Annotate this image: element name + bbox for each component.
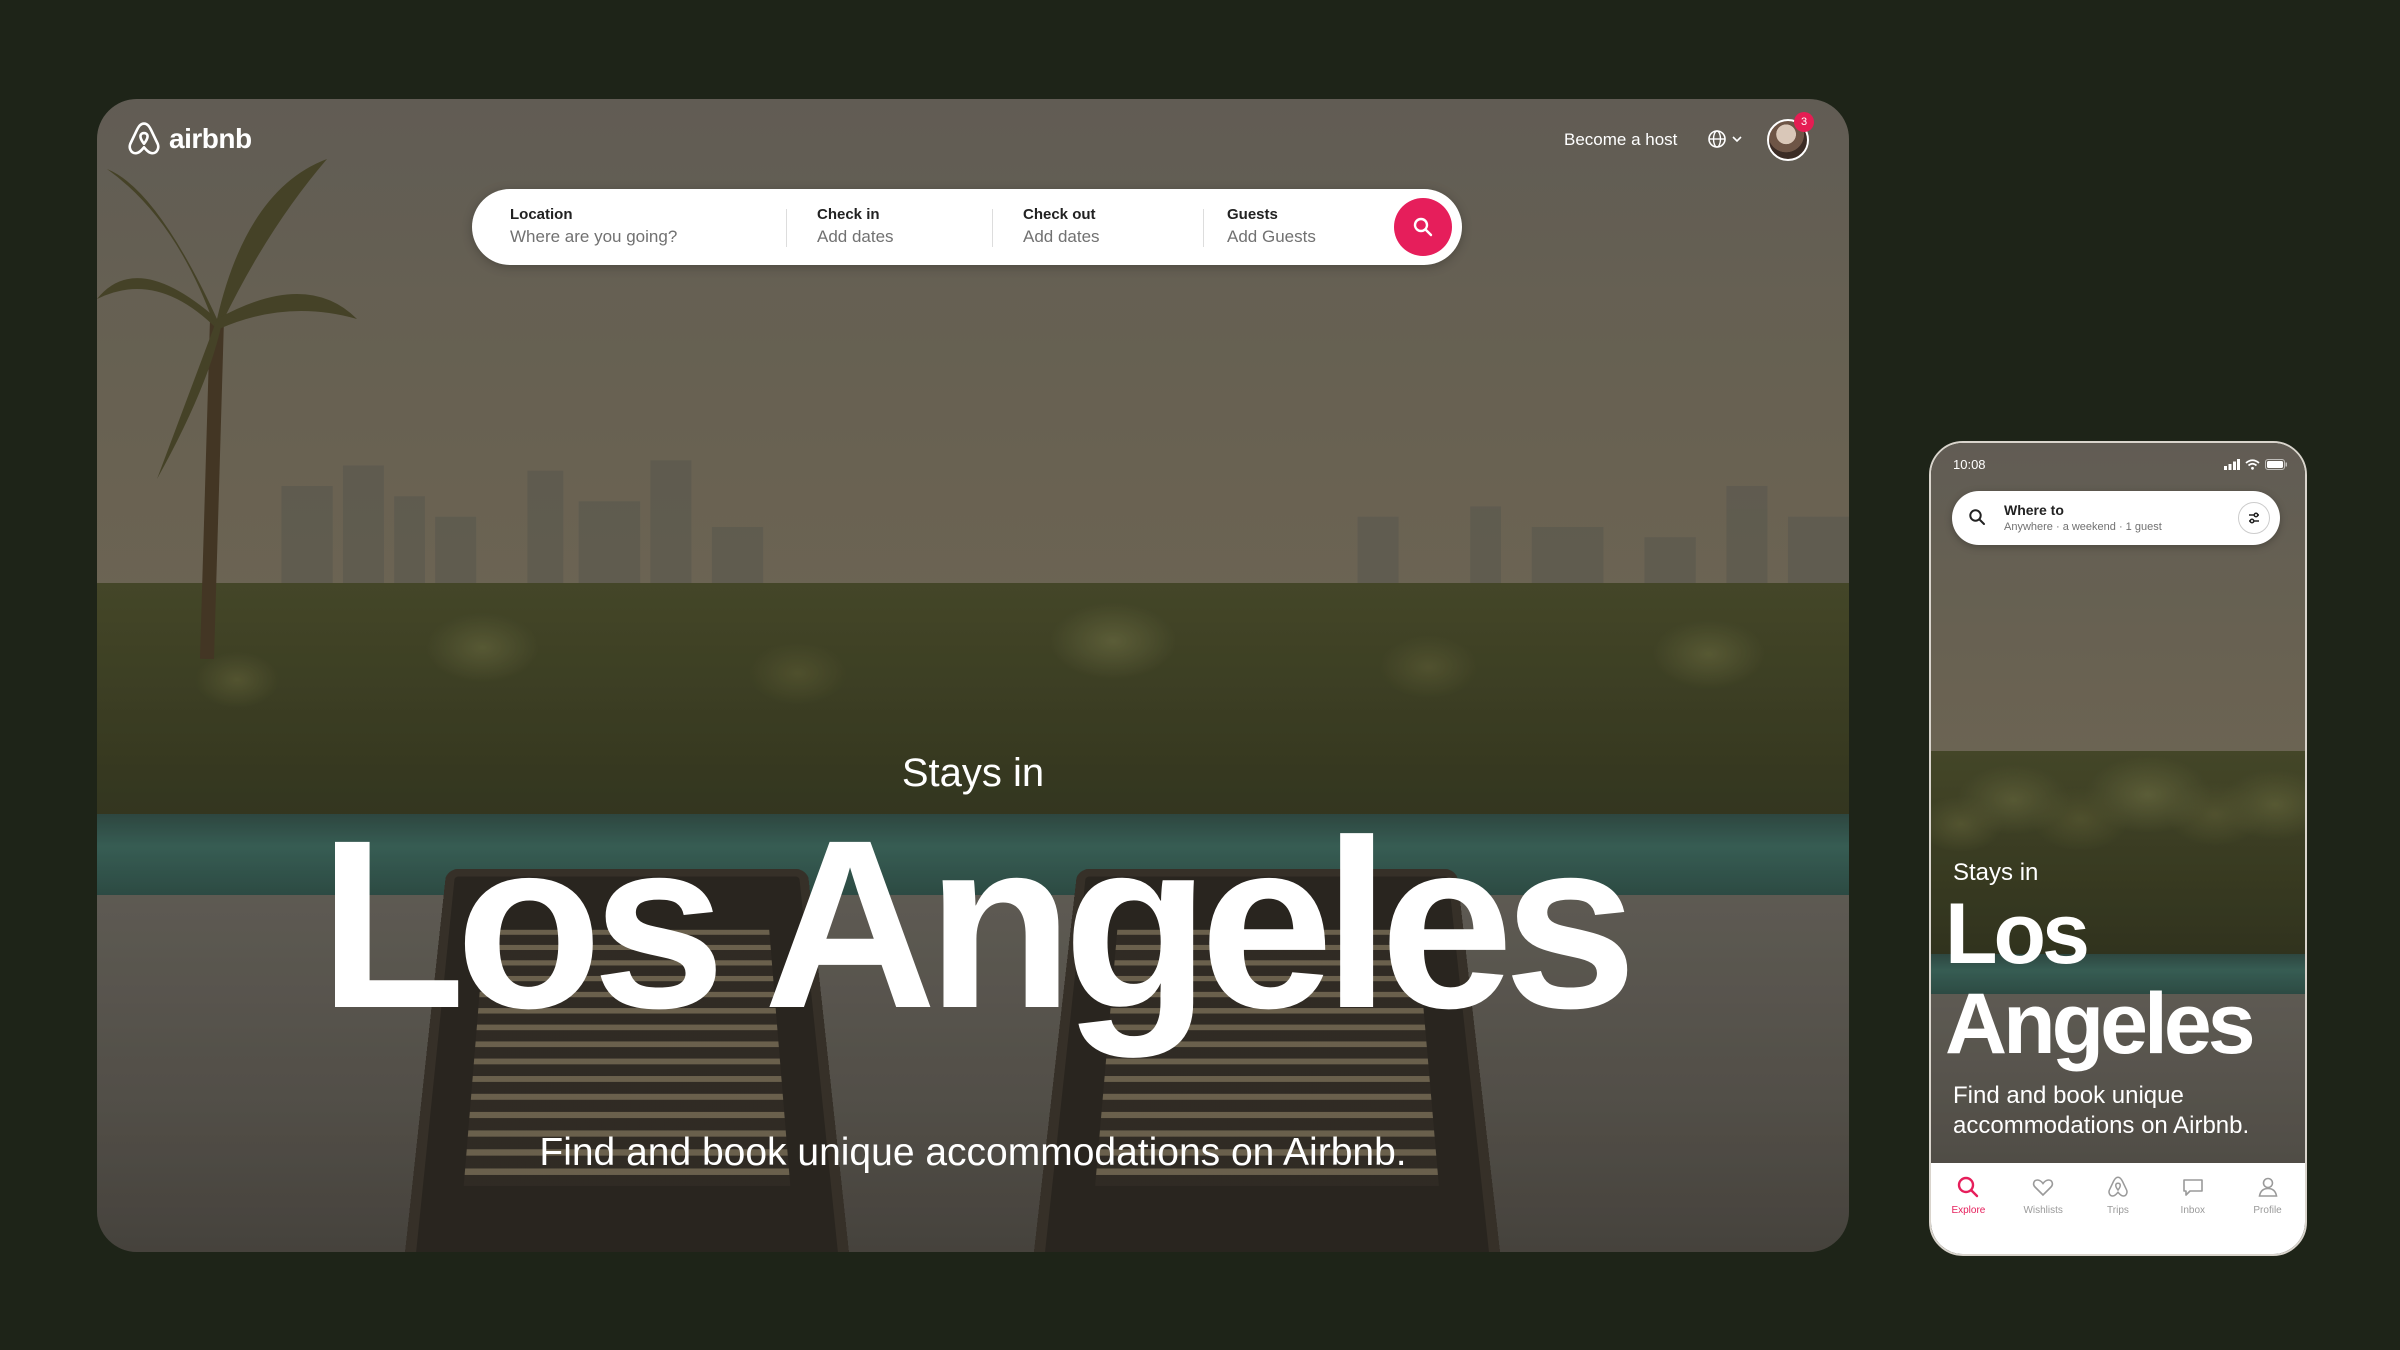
guests-label: Guests xyxy=(1227,206,1278,223)
message-icon xyxy=(2182,1179,2203,1196)
search-title: Where to xyxy=(2004,502,2064,518)
checkout-input[interactable]: Add dates xyxy=(1023,227,1100,247)
search-icon xyxy=(1969,509,1985,525)
guests-field[interactable]: Guests Add Guests xyxy=(1227,206,1316,247)
mobile-search-bar[interactable]: Where to Anywhere · a weekend · 1 guest xyxy=(1952,491,2280,545)
hero-tagline: Find and book unique accommodations on A… xyxy=(539,1131,1407,1174)
checkout-field[interactable]: Check out Add dates xyxy=(1023,206,1100,247)
search-icon xyxy=(1413,217,1433,237)
search-icon xyxy=(1958,1176,1979,1198)
heart-icon xyxy=(2033,1179,2054,1197)
location-field[interactable]: Location Where are you going? xyxy=(510,206,677,247)
nav-label: Trips xyxy=(2107,1205,2129,1216)
become-host-link[interactable]: Become a host xyxy=(1564,130,1677,150)
nav-item-profile[interactable]: Profile xyxy=(2238,1175,2298,1254)
user-icon xyxy=(2258,1177,2278,1197)
checkin-input[interactable]: Add dates xyxy=(817,227,894,247)
wifi-icon xyxy=(2245,459,2260,470)
language-selector[interactable] xyxy=(1707,129,1743,149)
airbnb-logo-icon xyxy=(128,122,160,155)
hero-city: Los Angeles xyxy=(318,790,1637,1058)
guests-input[interactable]: Add Guests xyxy=(1227,227,1316,247)
location-input[interactable]: Where are you going? xyxy=(510,227,677,247)
nav-label: Inbox xyxy=(2180,1205,2206,1216)
desktop-screen: airbnb Become a host 3 Location Where ar… xyxy=(97,99,1849,1252)
battery-icon xyxy=(2265,459,2287,470)
nav-item-wishlists[interactable]: Wishlists xyxy=(2013,1175,2073,1254)
notification-badge: 3 xyxy=(1794,112,1814,132)
airbnb-logo[interactable]: airbnb xyxy=(125,120,252,158)
location-label: Location xyxy=(510,206,573,223)
hero-city-line1: Los xyxy=(1945,886,2090,982)
hero-city-line2: Angeles xyxy=(1945,976,2256,1072)
hero-tagline: Find and book unique accommodations on A… xyxy=(1953,1082,2250,1139)
nav-label: Profile xyxy=(2253,1205,2282,1216)
checkout-label: Check out xyxy=(1023,206,1096,223)
chevron-down-icon xyxy=(1732,136,1742,143)
divider xyxy=(992,209,993,247)
checkin-label: Check in xyxy=(817,206,880,223)
hero-kicker: Stays in xyxy=(1953,859,2039,886)
bottom-nav: Explore Wishlists Trips Inbox Profile xyxy=(1931,1163,2305,1254)
divider xyxy=(1203,209,1204,247)
airbnb-logo-icon xyxy=(2108,1176,2128,1197)
image-overlay xyxy=(97,99,1849,1252)
divider xyxy=(786,209,787,247)
mobile-screen: 10:08 Where to Anywhere · a weekend · 1 … xyxy=(1929,441,2307,1256)
nav-label: Wishlists xyxy=(2023,1205,2063,1216)
signal-icon xyxy=(2224,459,2240,470)
logo-text: airbnb xyxy=(169,123,252,154)
nav-label: Explore xyxy=(1951,1205,1986,1216)
status-time: 10:08 xyxy=(1953,457,1986,472)
nav-item-trips[interactable]: Trips xyxy=(2088,1175,2148,1254)
filter-icon xyxy=(2249,512,2259,524)
checkin-field[interactable]: Check in Add dates xyxy=(817,206,894,247)
search-subtitle: Anywhere · a weekend · 1 guest xyxy=(2004,521,2162,533)
hero-city: Los Angeles xyxy=(1945,886,2256,1072)
nav-item-inbox[interactable]: Inbox xyxy=(2163,1175,2223,1254)
status-bar: 10:08 xyxy=(1953,457,2287,472)
search-bar: Location Where are you going? Check in A… xyxy=(472,189,1462,265)
filter-button[interactable] xyxy=(2238,502,2270,534)
globe-icon xyxy=(1708,130,1726,148)
nav-item-explore[interactable]: Explore xyxy=(1938,1175,1998,1254)
search-button[interactable] xyxy=(1394,198,1452,256)
